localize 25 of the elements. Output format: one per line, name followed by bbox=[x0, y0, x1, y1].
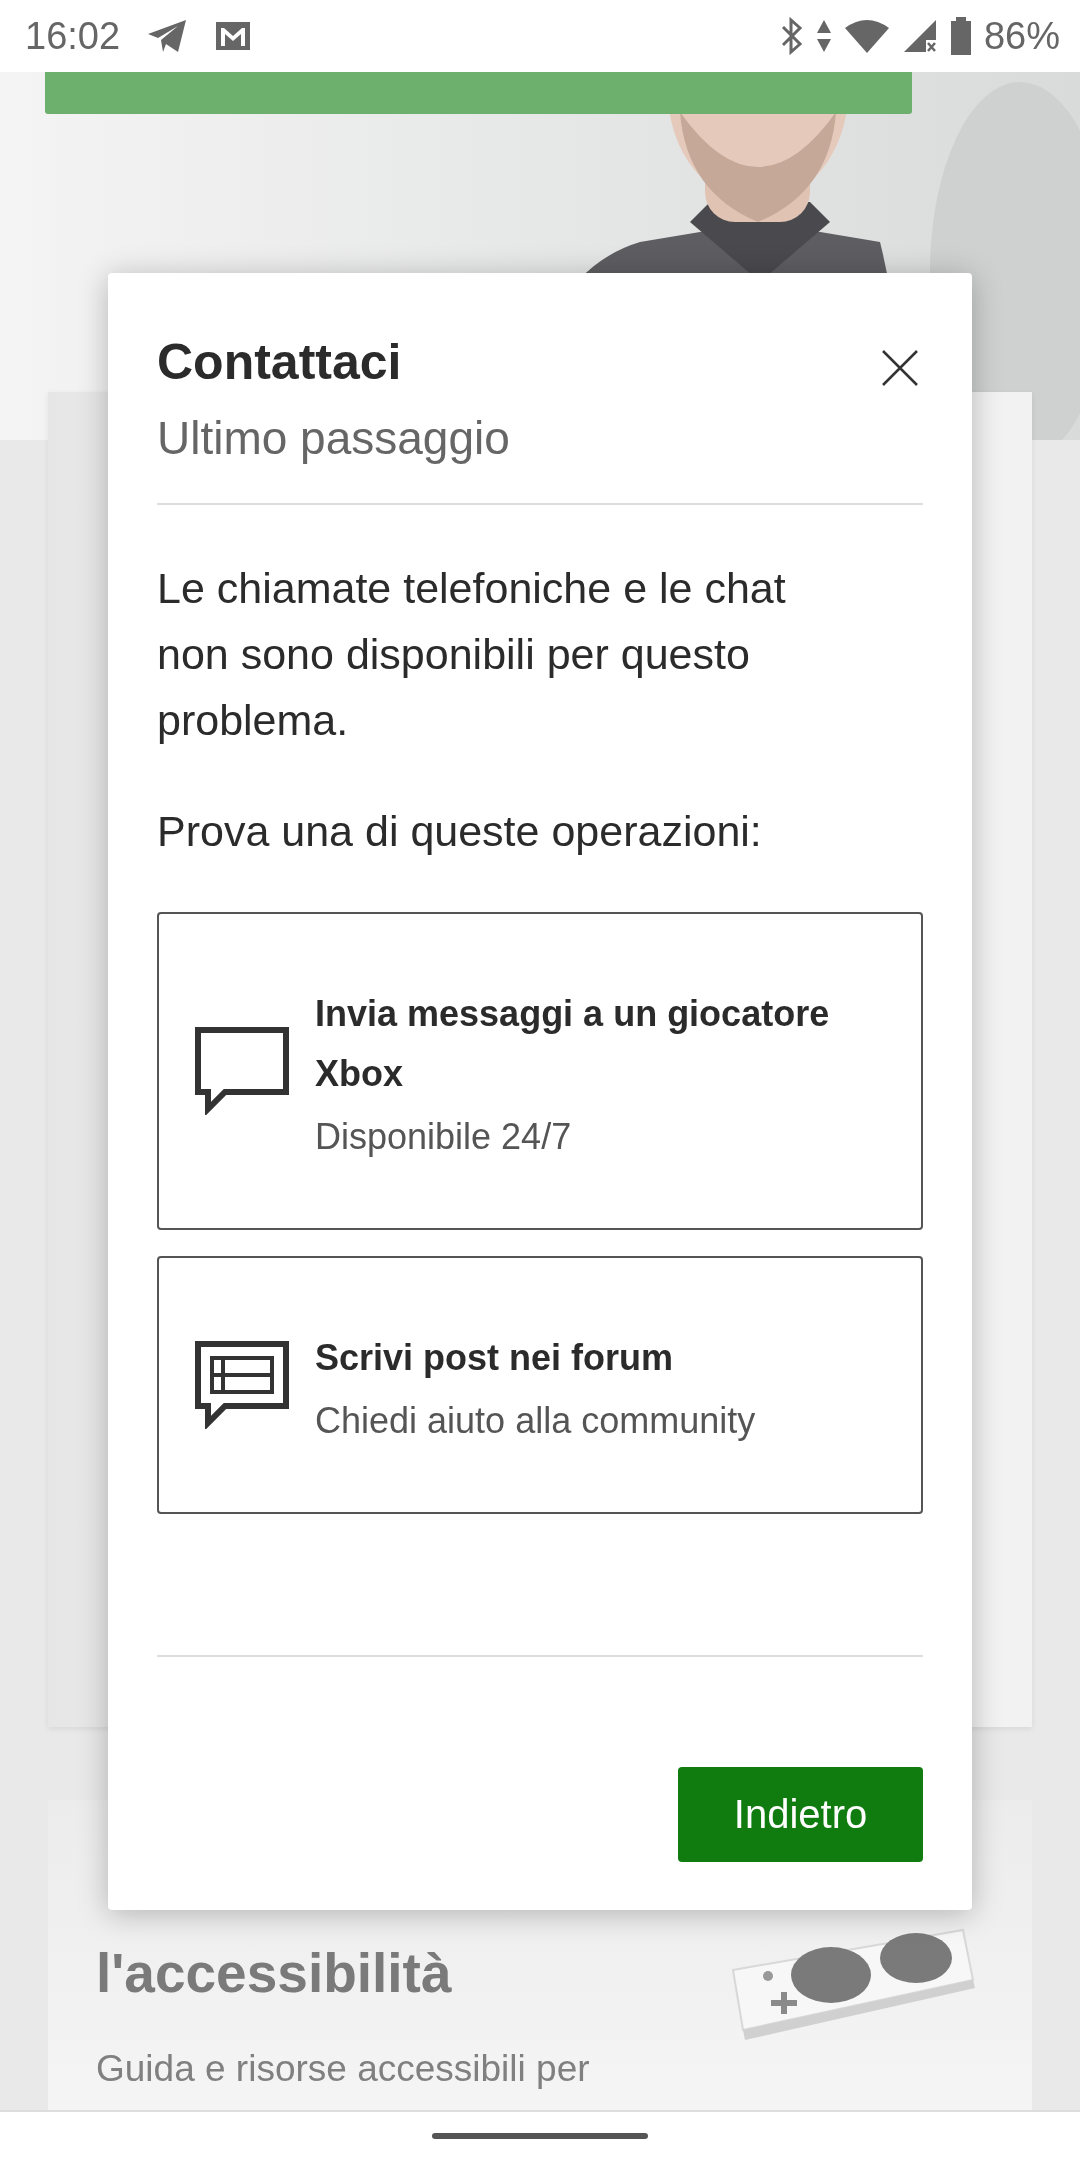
back-button[interactable]: Indietro bbox=[678, 1767, 923, 1862]
card-description: Guida e risorse accessibili per bbox=[96, 2048, 591, 2090]
battery-icon bbox=[949, 16, 972, 56]
option-detail: Disponibile 24/7 bbox=[315, 1116, 573, 1158]
paper-plane-icon bbox=[146, 18, 189, 54]
speech-bubble-icon bbox=[195, 1027, 289, 1115]
wifi-icon bbox=[843, 18, 890, 54]
card-heading: l'accessibilità bbox=[96, 1941, 453, 2006]
dialog-subtitle: Ultimo passaggio bbox=[157, 411, 511, 466]
forum-post-icon bbox=[195, 1341, 289, 1429]
mail-icon bbox=[214, 20, 253, 52]
option-title: Invia messaggi a un giocatore Xbox bbox=[315, 992, 831, 1096]
home-handle[interactable] bbox=[432, 2133, 648, 2139]
option-title: Scrivi post nei forum bbox=[315, 1336, 675, 1380]
contact-option[interactable]: Invia messaggi a un giocatore Xbox Disponibile 24/7 bbox=[157, 912, 923, 1230]
close-icon bbox=[881, 349, 919, 387]
clock-time: 16:02 bbox=[25, 14, 121, 58]
contact-option[interactable]: Scrivi post nei forum Chiedi aiuto alla community bbox=[157, 1256, 923, 1514]
info-message: Le chiamate telefoniche e le chat non sono disponibili per questo problema. bbox=[157, 563, 787, 746]
data-arrows-icon bbox=[815, 18, 832, 54]
prompt-text: Prova una di queste operazioni: bbox=[157, 806, 763, 857]
battery-percent: 86% bbox=[983, 14, 1060, 58]
option-detail: Chiedi aiuto alla community bbox=[315, 1400, 756, 1442]
dialog-title: Contattaci bbox=[157, 333, 403, 392]
bluetooth-icon bbox=[779, 16, 804, 56]
